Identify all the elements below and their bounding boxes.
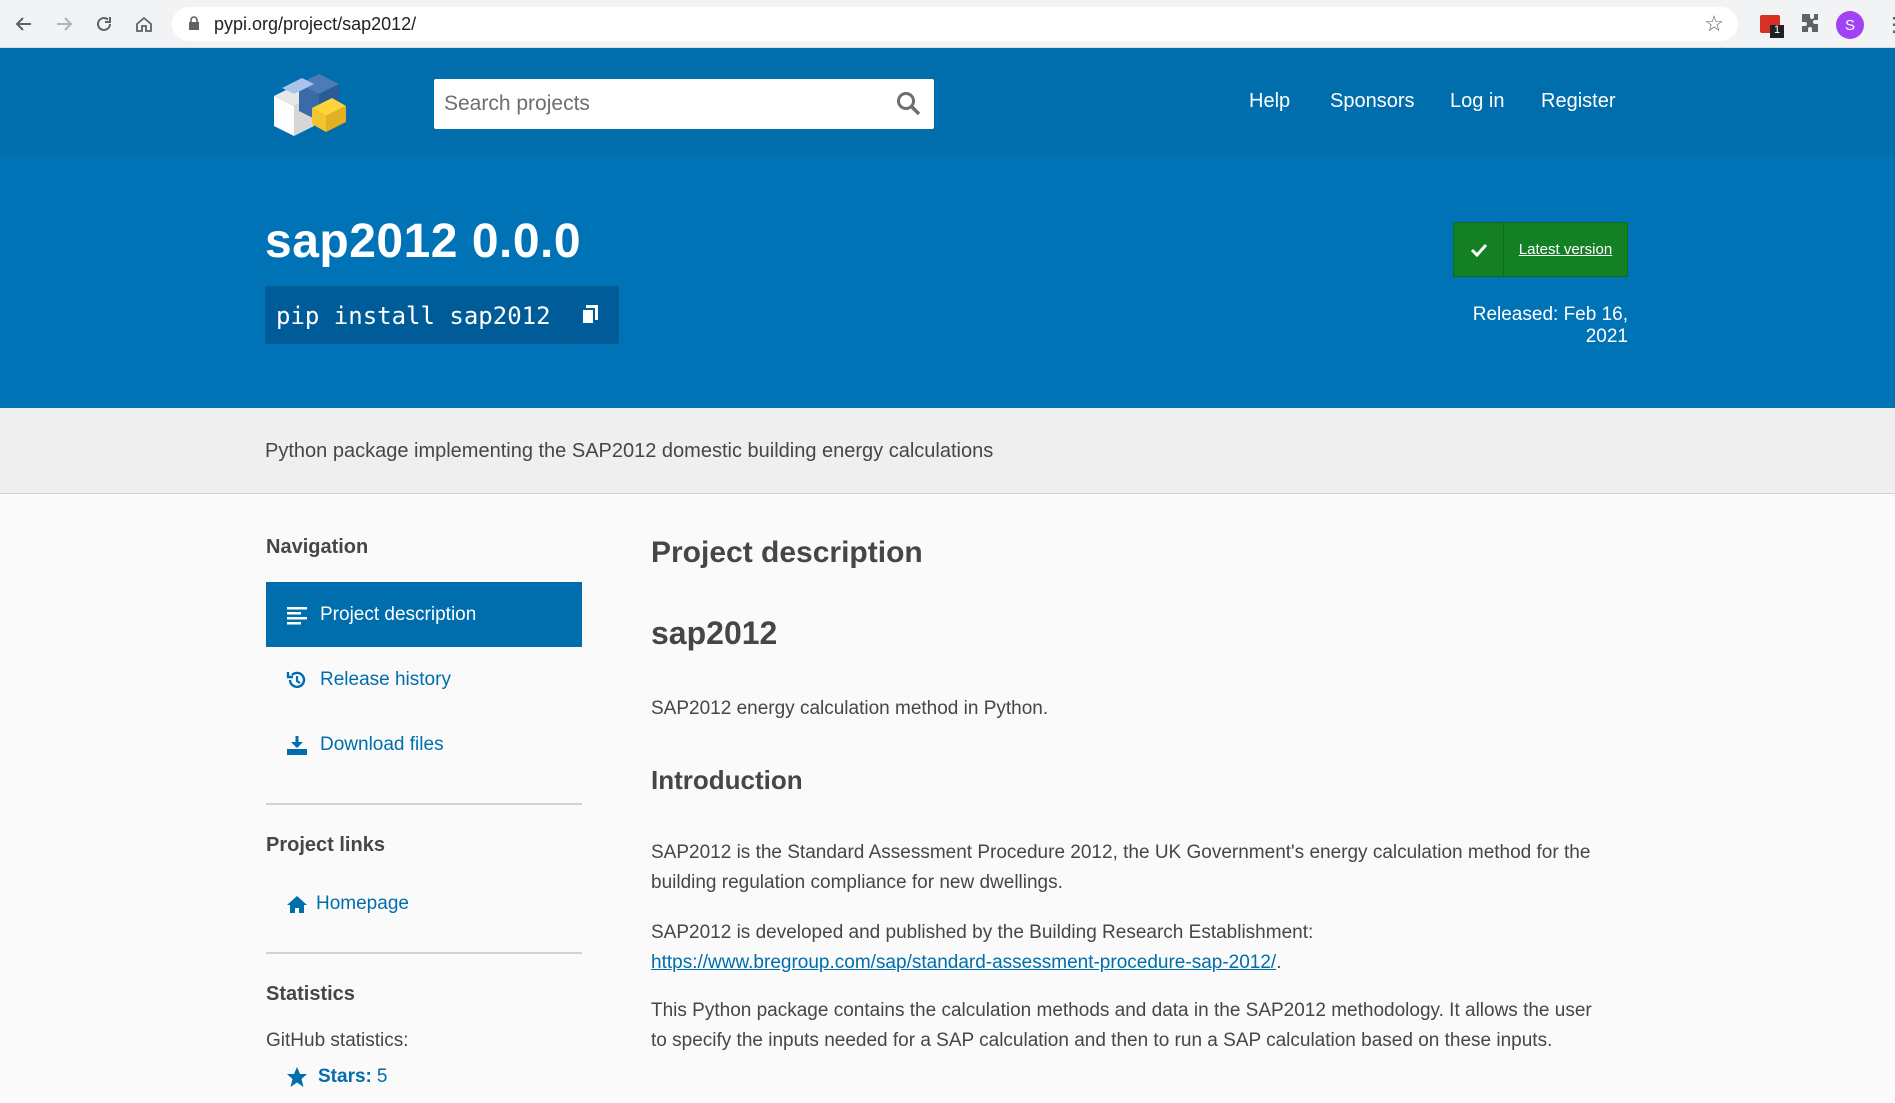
- address-bar[interactable]: pypi.org/project/sap2012/ ☆: [172, 7, 1738, 41]
- site-header: Search projects Help Sponsors Log in Reg…: [0, 48, 1895, 156]
- stars-value: 5: [376, 1066, 388, 1087]
- sidebar-item-label: Release history: [320, 668, 451, 690]
- stars-label: Stars:: [318, 1066, 372, 1087]
- nav-login[interactable]: Log in: [1450, 90, 1505, 113]
- copy-icon: [580, 305, 598, 325]
- nav-sponsors[interactable]: Sponsors: [1330, 90, 1415, 113]
- package-summary-bar: Python package implementing the SAP2012 …: [0, 408, 1895, 494]
- search-box[interactable]: Search projects: [434, 79, 934, 129]
- sidebar-divider: [266, 952, 582, 954]
- extension-icon[interactable]: 1: [1758, 11, 1786, 44]
- sidebar-item-download-files[interactable]: Download files: [266, 712, 582, 777]
- release-date: Released: Feb 16, 2021: [1472, 304, 1628, 347]
- extension-badge: 1: [1774, 24, 1781, 36]
- homepage-link[interactable]: Homepage: [266, 871, 582, 936]
- bookmark-star-icon[interactable]: ☆: [1704, 11, 1724, 37]
- intro-line: SAP2012 energy calculation method in Pyt…: [651, 698, 1049, 719]
- sidebar-item-label: Download files: [320, 733, 444, 755]
- search-icon[interactable]: [896, 91, 922, 117]
- url-text: pypi.org/project/sap2012/: [214, 14, 417, 34]
- paragraph-2: SAP2012 is developed and published by th…: [651, 918, 1611, 978]
- sidebar-item-release-history[interactable]: Release history: [266, 647, 582, 712]
- project-links-heading: Project links: [266, 834, 385, 856]
- history-icon: [286, 669, 310, 691]
- home-icon[interactable]: [130, 10, 158, 38]
- pip-command[interactable]: pip install sap2012: [266, 287, 562, 343]
- menu-icon[interactable]: ⋮: [1884, 12, 1895, 37]
- package-banner: sap2012 0.0.0 pip install sap2012 Latest…: [0, 156, 1895, 408]
- pypi-logo[interactable]: [264, 66, 348, 138]
- nav-help[interactable]: Help: [1249, 90, 1290, 113]
- paragraph-2-text: SAP2012 is developed and published by th…: [651, 922, 1314, 943]
- search-input[interactable]: Search projects: [444, 92, 590, 116]
- paragraph-1: SAP2012 is the Standard Assessment Proce…: [651, 842, 1591, 893]
- browser-toolbar: pypi.org/project/sap2012/ ☆ 1 S ⋮: [0, 0, 1895, 48]
- forward-icon[interactable]: [50, 10, 78, 38]
- readme-title: sap2012: [651, 615, 778, 651]
- package-summary: Python package implementing the SAP2012 …: [265, 440, 994, 462]
- lock-icon: [189, 16, 199, 30]
- back-icon[interactable]: [10, 10, 38, 38]
- star-icon: [287, 1067, 307, 1087]
- sidebar-divider: [266, 803, 582, 805]
- check-icon: [1470, 243, 1487, 257]
- download-icon: [286, 734, 310, 756]
- paragraph-3: This Python package contains the calcula…: [651, 1000, 1592, 1051]
- project-description-heading: Project description: [651, 536, 923, 569]
- sidebar-item-project-description[interactable]: Project description: [266, 582, 582, 647]
- homepage-label: Homepage: [316, 892, 409, 914]
- stars-link[interactable]: Stars: 5: [286, 1066, 387, 1088]
- home-icon: [286, 894, 310, 914]
- nav-register[interactable]: Register: [1541, 90, 1615, 113]
- bregroup-link[interactable]: https://www.bregroup.com/sap/standard-as…: [651, 952, 1276, 973]
- puzzle-icon[interactable]: [1797, 11, 1821, 40]
- align-left-icon: [286, 605, 310, 625]
- copy-button[interactable]: [562, 287, 618, 343]
- latest-version-label: Latest version: [1518, 241, 1613, 258]
- statistics-heading: Statistics: [266, 983, 355, 1005]
- profile-avatar[interactable]: S: [1836, 11, 1864, 39]
- navigation-heading: Navigation: [266, 536, 369, 558]
- github-statistics-label: GitHub statistics:: [266, 1030, 409, 1051]
- package-title: sap2012 0.0.0: [265, 215, 582, 268]
- introduction-heading: Introduction: [651, 765, 803, 795]
- paragraph-2-end: .: [1276, 952, 1282, 973]
- sidebar-item-label: Project description: [320, 603, 477, 625]
- latest-version-button[interactable]: Latest version: [1453, 222, 1628, 277]
- reload-icon[interactable]: [90, 10, 118, 38]
- pip-install-box: pip install sap2012: [265, 286, 619, 344]
